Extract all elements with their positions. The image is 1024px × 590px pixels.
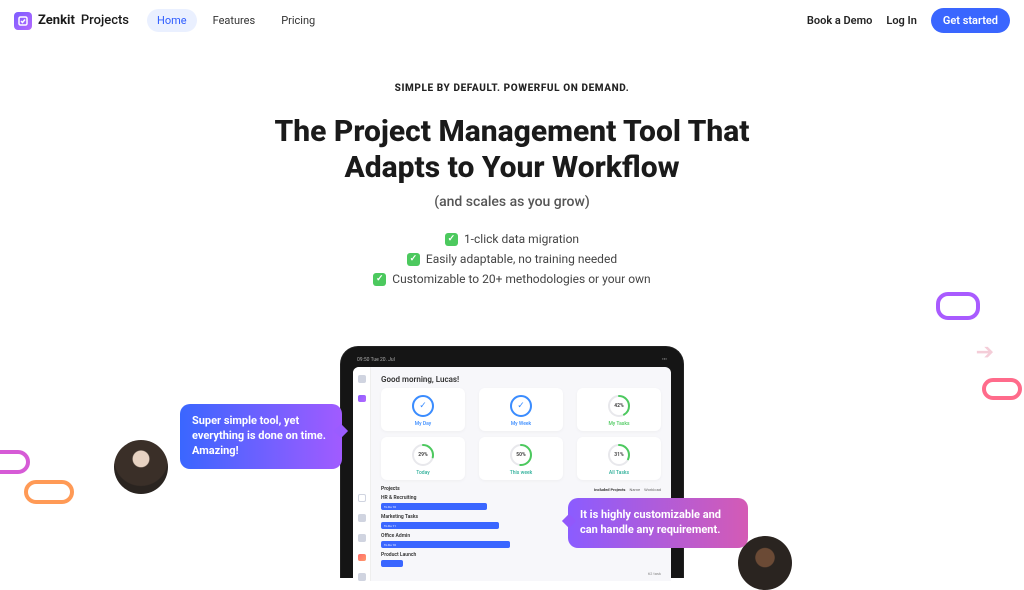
logo-icon [14, 12, 32, 30]
sidebar-icon [358, 395, 366, 403]
sidebar-icon [358, 375, 366, 383]
primary-nav: Home Features Pricing [147, 9, 325, 32]
stat-cards-row: ✓ My Day ✓ My Week 42% My Tasks [381, 388, 661, 431]
testimonial-bubble: Super simple tool, yet everything is don… [180, 404, 342, 469]
site-header: Zenkit Projects Home Features Pricing Bo… [0, 0, 1024, 41]
projects-header: Projects Included Projects Name Workload [381, 486, 661, 492]
login-link[interactable]: Log In [886, 14, 916, 27]
testimonial-bubble: It is highly customizable and can handle… [568, 498, 748, 548]
device-showcase: Super simple tool, yet everything is don… [0, 346, 1024, 578]
wifi-icon: ••• [662, 357, 667, 363]
decorative-shape [982, 378, 1022, 400]
sidebar-icon [358, 494, 366, 502]
header-left: Zenkit Projects Home Features Pricing [14, 9, 325, 32]
decorative-shape [24, 480, 74, 504]
hero-bullets: ✓1-click data migration ✓Easily adaptabl… [20, 232, 1004, 286]
sidebar-icon [358, 514, 366, 522]
nav-features[interactable]: Features [203, 9, 266, 32]
bullet-item: ✓Easily adaptable, no training needed [407, 252, 617, 266]
stat-card: 50% This week [479, 437, 563, 480]
sidebar-icon [358, 573, 366, 581]
book-demo-link[interactable]: Book a Demo [807, 14, 872, 27]
app-sidebar [353, 367, 371, 581]
arrow-icon: ➔ [976, 340, 994, 365]
tablet-screen: Good morning, Lucas! ✓ My Day ✓ My Week [353, 367, 671, 581]
stat-card: 42% My Tasks [577, 388, 661, 431]
hero: SIMPLE BY DEFAULT. POWERFUL ON DEMAND. T… [0, 41, 1024, 306]
check-icon: ✓ [445, 233, 458, 246]
brand-logo[interactable]: Zenkit Projects [14, 12, 129, 30]
bullet-item: ✓Customizable to 20+ methodologies or yo… [373, 272, 650, 286]
sidebar-icon [358, 554, 366, 562]
sidebar-icon [358, 534, 366, 542]
bullet-item: ✓1-click data migration [445, 232, 579, 246]
stat-card: 29% Today [381, 437, 465, 480]
get-started-button[interactable]: Get started [931, 8, 1010, 33]
check-icon: ✓ [373, 273, 386, 286]
header-right: Book a Demo Log In Get started [807, 8, 1010, 33]
check-icon: ✓ [411, 394, 435, 418]
stat-card: ✓ My Week [479, 388, 563, 431]
stat-card: 31% All Tasks [577, 437, 661, 480]
nav-home[interactable]: Home [147, 9, 197, 32]
decorative-shape [0, 450, 30, 474]
avatar [738, 536, 792, 590]
decorative-shape [936, 292, 980, 320]
brand-name: Zenkit [38, 13, 75, 28]
hero-subhead: (and scales as you grow) [20, 194, 1004, 210]
nav-pricing[interactable]: Pricing [271, 9, 325, 32]
project-row: Product Launch [381, 552, 661, 567]
hero-eyebrow: SIMPLE BY DEFAULT. POWERFUL ON DEMAND. [20, 83, 1004, 94]
avatar [114, 440, 168, 494]
stat-card: ✓ My Day [381, 388, 465, 431]
app-main: Good morning, Lucas! ✓ My Day ✓ My Week [371, 367, 671, 581]
stat-cards-row: 29% Today 50% This week 31% All Tasks [381, 437, 661, 480]
hero-headline: The Project Management Tool That Adapts … [232, 114, 792, 186]
brand-product: Projects [81, 13, 129, 28]
check-icon: ✓ [509, 394, 533, 418]
check-icon: ✓ [407, 253, 420, 266]
tablet-statusbar: 09:50 Tue 20. Jul ••• [353, 357, 671, 367]
projects-total: 62 task [381, 571, 661, 576]
greeting: Good morning, Lucas! [381, 375, 661, 384]
